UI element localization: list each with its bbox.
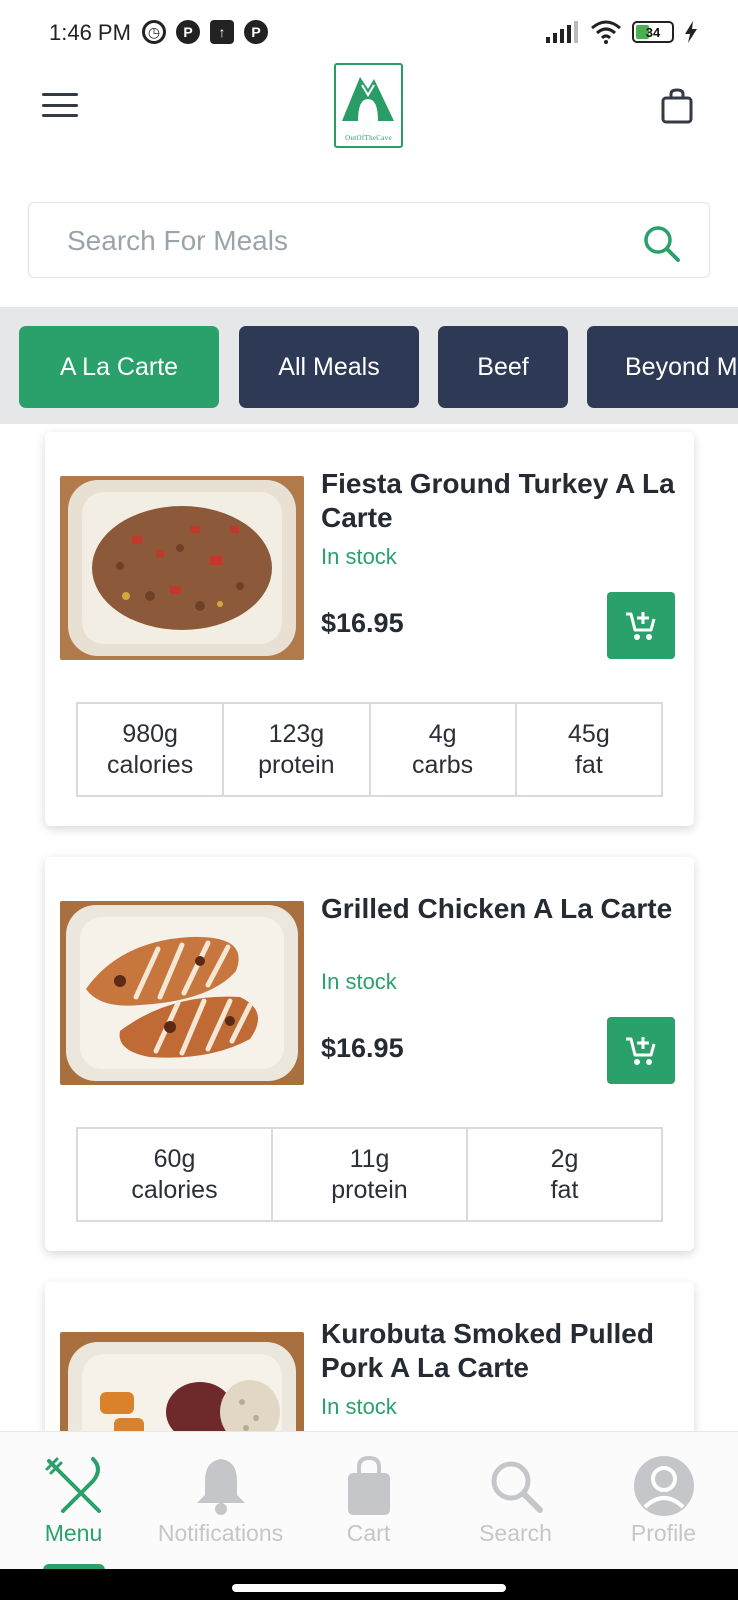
bell-icon [189, 1454, 253, 1518]
macro-fat: 2g fat [550, 1144, 579, 1204]
tab-beyond-meat[interactable]: Beyond M [587, 326, 738, 408]
product-price: $16.95 [321, 608, 404, 638]
macro-protein: 11g protein [273, 1129, 468, 1220]
search-input[interactable] [67, 217, 607, 265]
nutrition-table: 980g calories 123g protein 4g carbs 45g fat [76, 702, 663, 797]
nav-label: Search [479, 1520, 552, 1546]
battery-level: 34 [645, 24, 661, 40]
fork-knife-icon [42, 1454, 106, 1518]
wifi-icon [591, 20, 621, 44]
nav-search[interactable]: Search [442, 1432, 589, 1570]
stock-status: In stock [321, 544, 397, 569]
product-name[interactable]: Fiesta Ground Turkey A La Carte [321, 467, 676, 535]
app-notification-icon: P [244, 20, 268, 44]
signal-icon [546, 21, 578, 43]
product-name[interactable]: Grilled Chicken A La Carte [321, 892, 676, 926]
product-card[interactable]: Kurobuta Smoked Pulled Pork A La Carte I… [45, 1282, 694, 1472]
tab-a-la-carte[interactable]: A La Carte [19, 326, 219, 408]
nav-profile[interactable]: Profile [590, 1432, 737, 1570]
battery-icon: 34 [632, 21, 674, 43]
mountain-cave-logo-icon [342, 77, 394, 121]
nutrition-table: 60g calories 11g protein 2g fat [76, 1127, 663, 1222]
search-icon[interactable] [641, 223, 681, 263]
stock-status: In stock [321, 1394, 397, 1419]
product-card[interactable]: Grilled Chicken A La Carte In stock $16.… [45, 857, 694, 1251]
product-price: $16.95 [321, 1033, 404, 1063]
product-name[interactable]: Kurobuta Smoked Pulled Pork A La Carte [321, 1317, 676, 1385]
product-card[interactable]: Fiesta Ground Turkey A La Carte In stock… [45, 432, 694, 826]
menu-hamburger-icon[interactable] [42, 93, 78, 117]
app-notification-icon: P [176, 20, 200, 44]
user-avatar-icon [632, 1454, 696, 1518]
macro-calories: 60g calories [78, 1129, 273, 1220]
nav-menu[interactable]: Menu [0, 1432, 147, 1570]
brand-logo[interactable]: OutOfTheCave [334, 63, 403, 148]
nav-label: Menu [44, 1520, 103, 1546]
nav-label: Profile [630, 1520, 697, 1546]
shopping-bag-icon[interactable] [660, 88, 694, 124]
search-bar [28, 202, 710, 278]
add-to-cart-button[interactable] [607, 592, 675, 659]
product-image[interactable] [60, 901, 304, 1085]
add-to-cart-button[interactable] [607, 1017, 675, 1084]
shopping-bag-icon [337, 1454, 401, 1518]
bottom-navigation: Menu Notifications Cart Search Profile [0, 1431, 738, 1569]
notification-icons: ◷ P ↑ P [142, 20, 268, 44]
tab-all-meals[interactable]: All Meals [239, 326, 419, 408]
search-icon [484, 1454, 548, 1518]
home-gesture-handle[interactable] [232, 1584, 506, 1592]
tab-beef[interactable]: Beef [438, 326, 568, 408]
category-tabs: A La Carte All Meals Beef Beyond M [0, 307, 738, 424]
add-cart-icon [626, 1036, 656, 1065]
stock-status: In stock [321, 969, 397, 994]
nav-label: Cart [346, 1520, 391, 1546]
logo-text: OutOfTheCave [345, 134, 392, 142]
add-cart-icon [626, 611, 656, 640]
alarm-icon: ◷ [142, 20, 166, 44]
macro-calories: 980g calories [78, 704, 225, 795]
system-icons: 34 [546, 20, 698, 44]
macro-carbs: 4g carbs [371, 704, 517, 795]
status-bar: 1:46 PM ◷ P ↑ P 34 [0, 0, 738, 66]
upload-icon: ↑ [210, 20, 234, 44]
nav-label: Notifications [157, 1520, 284, 1546]
macro-protein: 123g protein [224, 704, 371, 795]
nav-notifications[interactable]: Notifications [147, 1432, 294, 1570]
nav-cart[interactable]: Cart [295, 1432, 442, 1570]
status-time: 1:46 PM [49, 20, 131, 45]
product-image[interactable] [60, 476, 304, 660]
macro-fat: 45g fat [568, 719, 610, 779]
charging-icon [685, 21, 697, 43]
